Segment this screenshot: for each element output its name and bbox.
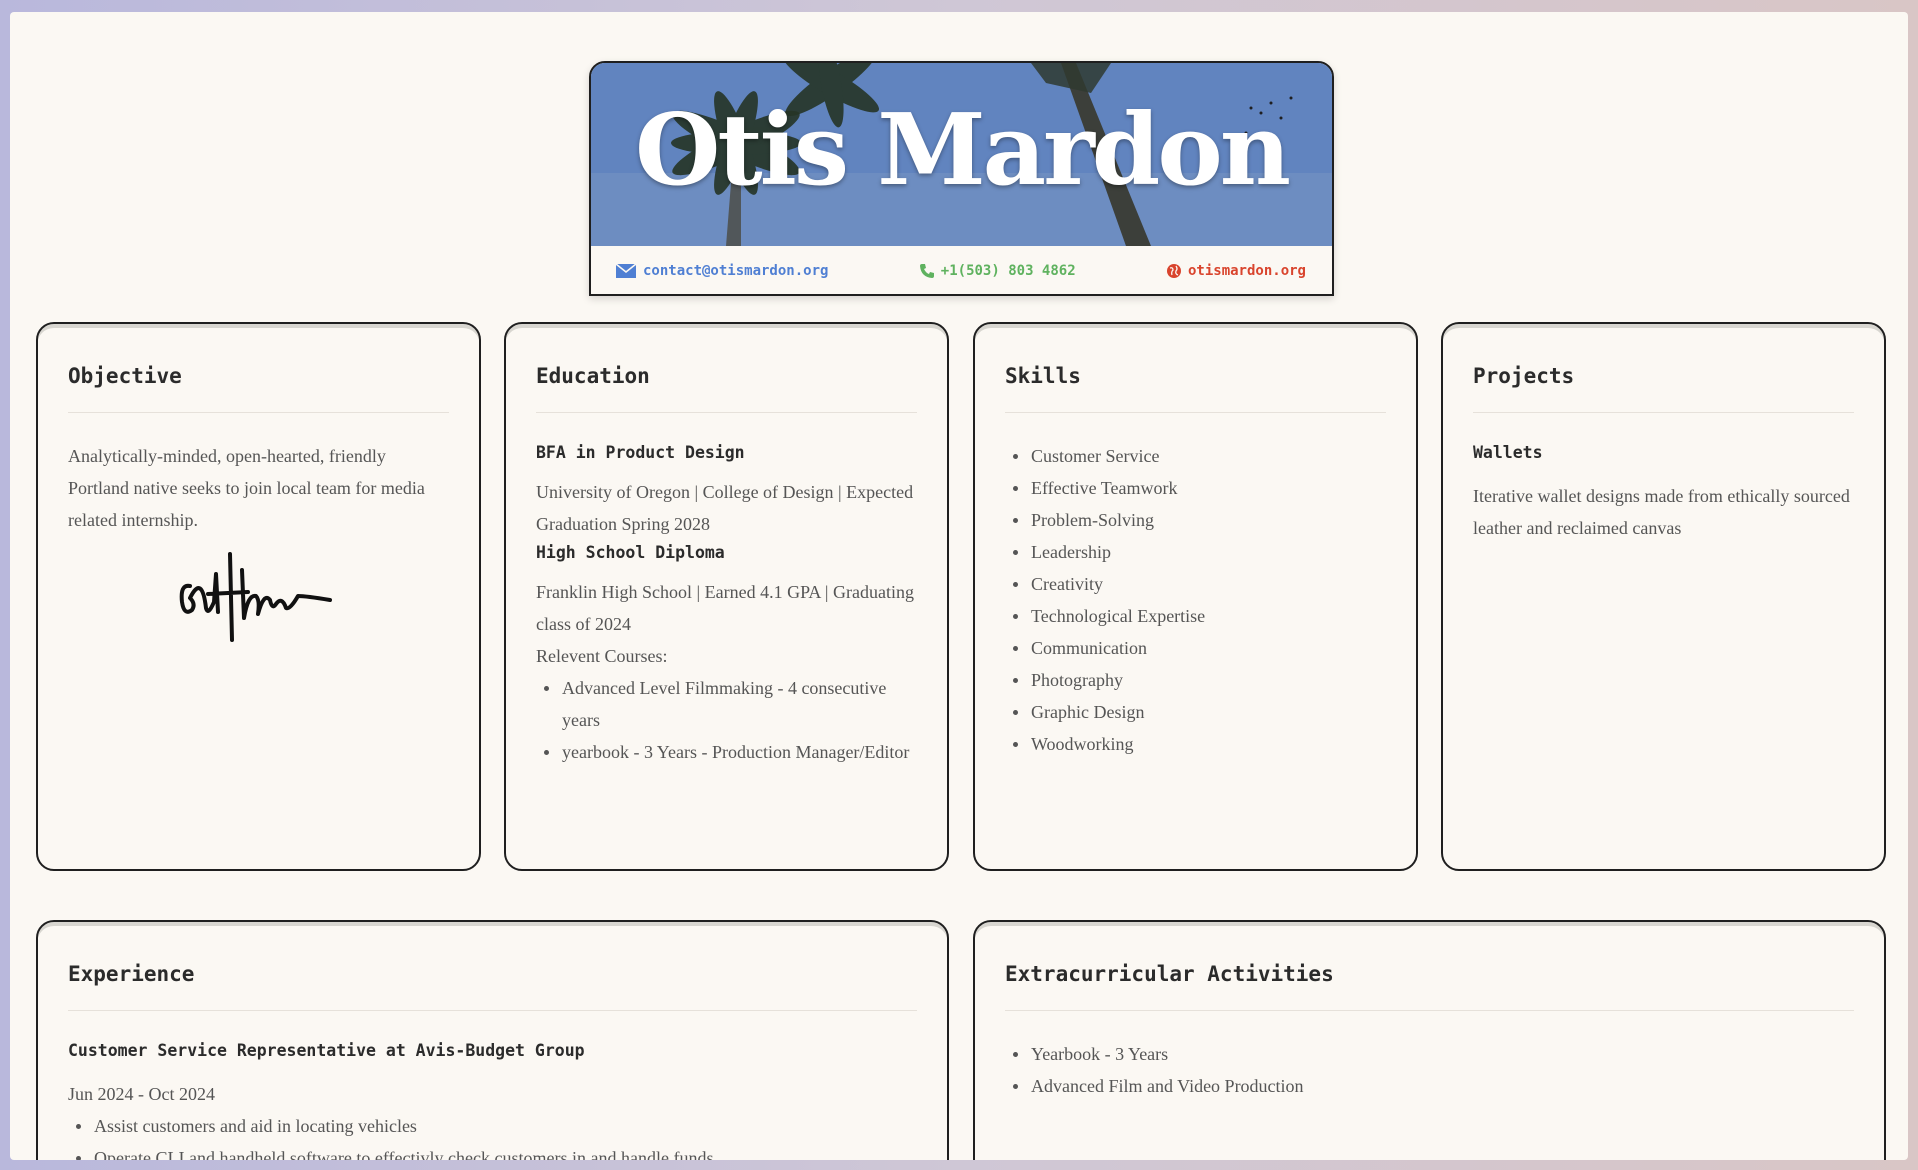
- website-link[interactable]: otismardon.org: [1166, 263, 1306, 279]
- skills-list: Customer Service Effective Teamwork Prob…: [1005, 440, 1386, 760]
- objective-text: Analytically-minded, open-hearted, frien…: [68, 446, 425, 530]
- header-banner-image: Otis Mardon: [591, 63, 1332, 246]
- degree-1-detail: University of Oregon | College of Design…: [536, 482, 914, 534]
- globe-icon: [1166, 264, 1181, 278]
- list-item: Yearbook - 3 Years: [1005, 1038, 1854, 1070]
- list-item: Advanced Film and Video Production: [1005, 1070, 1854, 1102]
- list-item: Advanced Level Filmmaking - 4 consecutiv…: [536, 672, 917, 736]
- phone-text: +1(503) 803 4862: [940, 263, 1076, 279]
- list-item: Assist customers and aid in locating veh…: [68, 1110, 917, 1142]
- degree-2-detail: Franklin High School | Earned 4.1 GPA | …: [536, 582, 915, 634]
- resume-header: Otis Mardon contact@otismardon.org +1(50…: [589, 61, 1334, 296]
- list-item: Woodworking: [1005, 728, 1386, 760]
- list-item: Photography: [1005, 664, 1386, 696]
- project-1-description: Iterative wallet designs made from ethic…: [1473, 486, 1850, 538]
- degree-1-title: BFA in Product Design: [536, 443, 745, 462]
- courses-list: Advanced Level Filmmaking - 4 consecutiv…: [536, 672, 917, 768]
- contact-row: contact@otismardon.org +1(503) 803 4862 …: [591, 246, 1332, 294]
- job-1-duties: Assist customers and aid in locating veh…: [68, 1110, 917, 1160]
- list-item: Creativity: [1005, 568, 1386, 600]
- objective-card: Objective Analytically-minded, open-hear…: [36, 322, 481, 871]
- envelope-icon: [615, 263, 637, 278]
- list-item: Problem-Solving: [1005, 504, 1386, 536]
- projects-heading: Projects: [1473, 364, 1854, 413]
- list-item: Operate CLI and handheld software to eff…: [68, 1142, 917, 1160]
- website-text: otismardon.org: [1187, 263, 1306, 279]
- phone-icon: [919, 264, 934, 278]
- email-link[interactable]: contact@otismardon.org: [615, 263, 828, 279]
- objective-heading: Objective: [68, 364, 449, 413]
- skills-card: Skills Customer Service Effective Teamwo…: [973, 322, 1418, 871]
- list-item: Leadership: [1005, 536, 1386, 568]
- degree-2-title: High School Diploma: [536, 543, 725, 562]
- list-item: Communication: [1005, 632, 1386, 664]
- education-card: Education BFA in Product Design Universi…: [504, 322, 949, 871]
- skills-heading: Skills: [1005, 364, 1386, 413]
- courses-label: Relevent Courses:: [536, 646, 668, 666]
- job-1-title: Customer Service Representative at Avis-…: [68, 1041, 585, 1060]
- extracurricular-card: Extracurricular Activities Yearbook - 3 …: [973, 920, 1886, 1160]
- experience-heading: Experience: [68, 962, 917, 1011]
- job-1-dates: Jun 2024 - Oct 2024: [68, 1084, 215, 1104]
- list-item: yearbook - 3 Years - Production Manager/…: [536, 736, 917, 768]
- email-text: contact@otismardon.org: [643, 263, 829, 279]
- project-1-title: Wallets: [1473, 443, 1543, 462]
- resume-page: Otis Mardon contact@otismardon.org +1(50…: [10, 12, 1908, 1160]
- projects-card: Projects Wallets Iterative wallet design…: [1441, 322, 1886, 871]
- list-item: Technological Expertise: [1005, 600, 1386, 632]
- list-item: Effective Teamwork: [1005, 472, 1386, 504]
- education-heading: Education: [536, 364, 917, 413]
- list-item: Customer Service: [1005, 440, 1386, 472]
- signature-image: [179, 552, 332, 642]
- extracurricular-list: Yearbook - 3 Years Advanced Film and Vid…: [1005, 1038, 1854, 1102]
- experience-card: Experience Customer Service Representati…: [36, 920, 949, 1160]
- list-item: Graphic Design: [1005, 696, 1386, 728]
- candidate-name: Otis Mardon: [635, 93, 1291, 208]
- extracurricular-heading: Extracurricular Activities: [1005, 962, 1854, 1011]
- phone-link[interactable]: +1(503) 803 4862: [919, 263, 1076, 279]
